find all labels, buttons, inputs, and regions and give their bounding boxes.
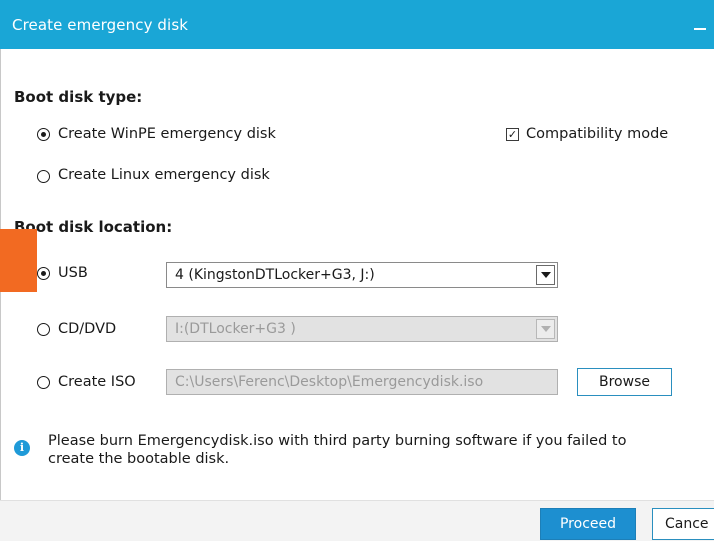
usb-radio[interactable] [37, 267, 50, 280]
compatibility-mode-checkbox[interactable]: ✓ [506, 128, 519, 141]
linux-radio[interactable] [37, 170, 50, 183]
dropdown-arrow-icon[interactable] [536, 265, 555, 285]
boot-disk-location-heading: Boot disk location: [14, 218, 173, 236]
winpe-label[interactable]: Create WinPE emergency disk [58, 126, 276, 142]
window-border [0, 49, 1, 540]
iso-path-field: C:\Users\Ferenc\Desktop\Emergencydisk.is… [166, 369, 558, 395]
info-icon: i [14, 440, 30, 456]
cancel-button[interactable]: Cance [652, 508, 714, 540]
minimize-icon[interactable] [694, 28, 706, 30]
usb-label[interactable]: USB [58, 265, 88, 281]
winpe-radio[interactable] [37, 128, 50, 141]
usb-device-select[interactable]: 4 (KingstonDTLocker+G3, J:) [166, 262, 558, 288]
title-bar: Create emergency disk [0, 0, 714, 49]
info-message: Please burn Emergencydisk.iso with third… [48, 432, 626, 468]
boot-disk-type-heading: Boot disk type: [14, 88, 143, 106]
orange-marker [0, 229, 37, 292]
compatibility-mode-label[interactable]: Compatibility mode [526, 126, 668, 142]
create-iso-radio[interactable] [37, 376, 50, 389]
proceed-button[interactable]: Proceed [540, 508, 636, 540]
cd-dvd-radio[interactable] [37, 323, 50, 336]
create-iso-label[interactable]: Create ISO [58, 374, 136, 390]
cd-dvd-device-value: I:(DTLocker+G3 ) [175, 321, 296, 337]
cd-dvd-device-select: I:(DTLocker+G3 ) [166, 316, 558, 342]
info-line-2: create the bootable disk. [48, 451, 230, 467]
usb-device-value: 4 (KingstonDTLocker+G3, J:) [175, 267, 375, 283]
browse-button[interactable]: Browse [577, 368, 672, 396]
info-line-1: Please burn Emergencydisk.iso with third… [48, 433, 627, 449]
linux-label[interactable]: Create Linux emergency disk [58, 167, 270, 183]
dropdown-arrow-icon [536, 319, 555, 339]
window-title: Create emergency disk [12, 16, 189, 34]
cd-dvd-label[interactable]: CD/DVD [58, 321, 116, 337]
